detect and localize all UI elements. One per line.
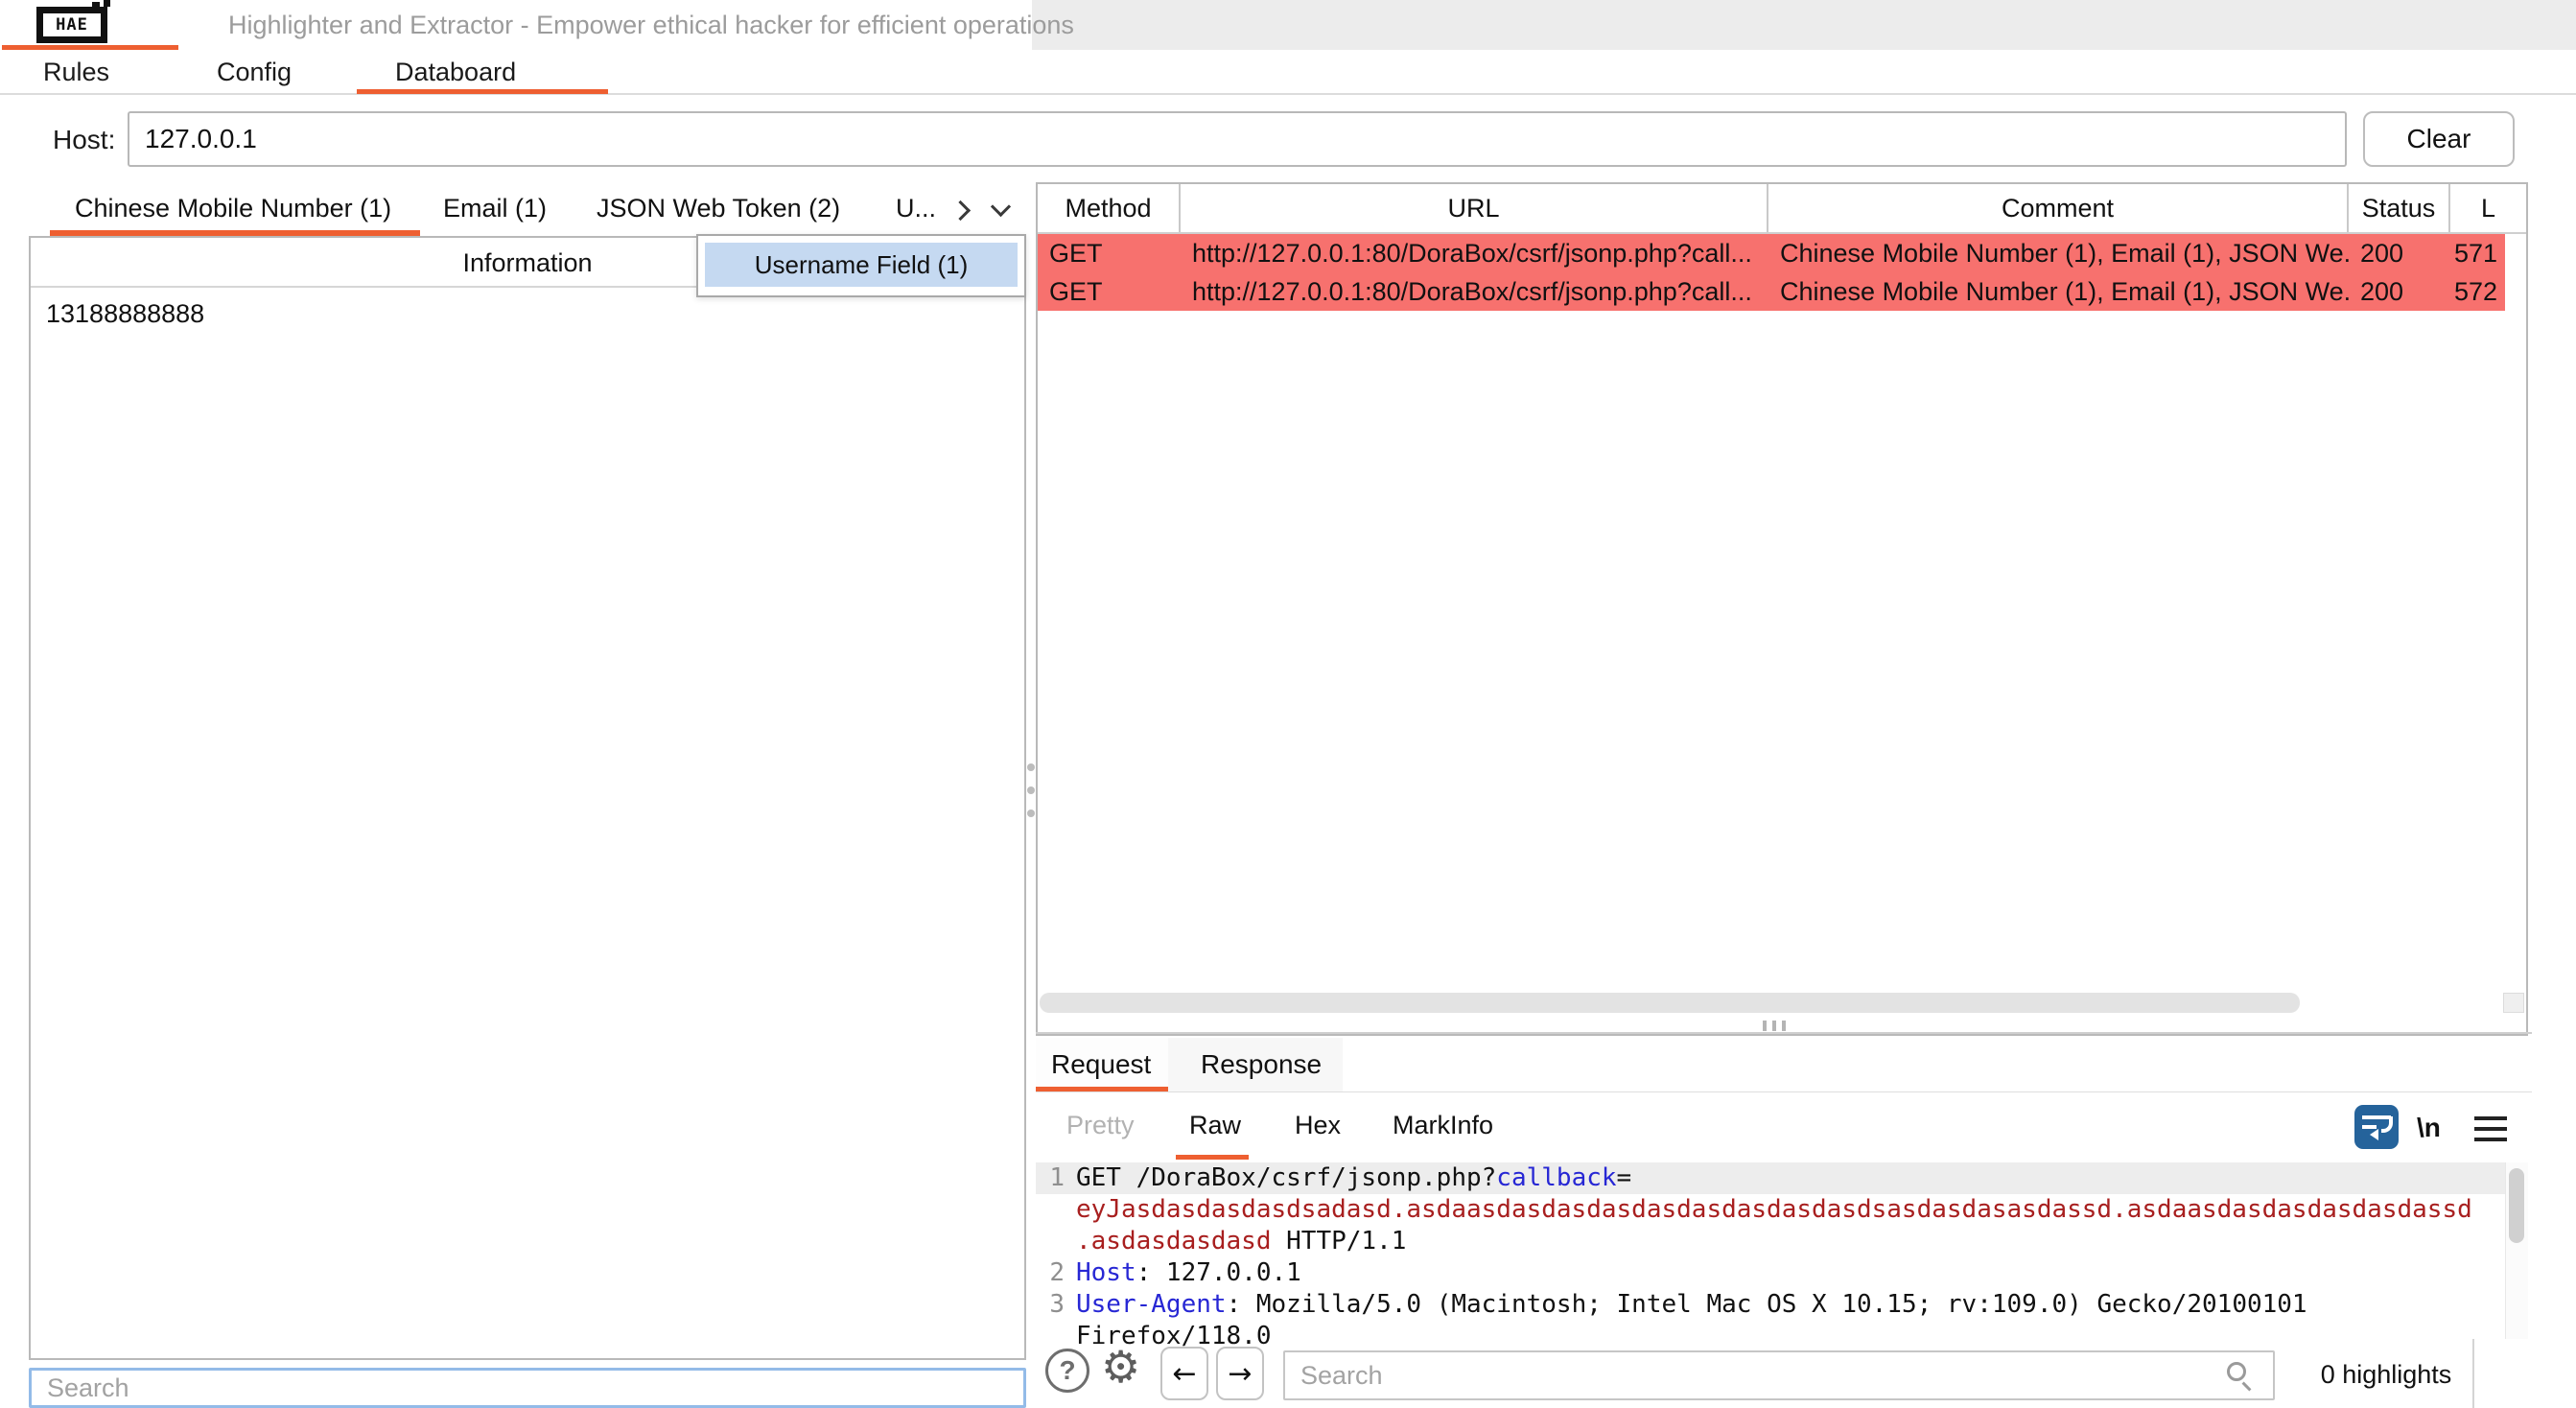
divider [1036,1091,2532,1092]
tab-config[interactable]: Config [217,58,292,87]
code-line: 3 User-Agent: Mozilla/5.0 (Macintosh; In… [1036,1289,2505,1321]
column-header-status[interactable]: Status [2349,184,2450,232]
table-row[interactable]: 13188888888 [46,299,204,329]
active-tab-indicator [1176,1155,1249,1160]
line-number: 2 [1036,1257,1065,1289]
horizontal-splitter-handle[interactable] [1782,1021,1786,1031]
tab-json-web-token[interactable]: JSON Web Token (2) [597,194,840,223]
vertical-scrollbar[interactable] [2509,1168,2524,1243]
tab-databoard[interactable]: Databoard [395,58,516,87]
line-number [1036,1321,1065,1352]
tab-request[interactable]: Request [1051,1049,1151,1080]
horizontal-splitter[interactable] [1036,1032,2532,1034]
host-input[interactable] [128,111,2347,167]
tab-pretty[interactable]: Pretty [1066,1111,1135,1140]
column-header-method[interactable]: Method [1038,184,1181,232]
code-text: Host: 127.0.0.1 [1065,1257,1301,1289]
code-line: .asdasdasdasd HTTP/1.1 [1036,1226,2505,1257]
column-header-comment[interactable]: Comment [1768,184,2349,232]
cell-method: GET [1038,277,1181,307]
request-editor[interactable]: 1 GET /DoraBox/csrf/jsonp.php?callback= … [1036,1162,2528,1339]
cell-url: http://127.0.0.1:80/DoraBox/csrf/jsonp.p… [1181,277,1768,307]
word-wrap-toggle-icon[interactable] [2354,1105,2399,1149]
line-number [1036,1226,1065,1257]
tab-chinese-mobile-number[interactable]: Chinese Mobile Number (1) [75,194,391,223]
column-header-url[interactable]: URL [1181,184,1768,232]
line-number [1036,1194,1065,1226]
tab-raw[interactable]: Raw [1189,1111,1241,1140]
tab-hex[interactable]: Hex [1295,1111,1341,1140]
tab-email[interactable]: Email (1) [443,194,547,223]
request-row[interactable]: GET http://127.0.0.1:80/DoraBox/csrf/jso… [1038,272,2505,311]
gear-icon[interactable]: ⚙ [1101,1341,1140,1394]
extracted-data-table: Information 13188888888 [29,236,1026,1360]
clear-button[interactable]: Clear [2363,111,2515,167]
horizontal-splitter-handle[interactable] [1763,1021,1767,1031]
cell-url: http://127.0.0.1:80/DoraBox/csrf/jsonp.p… [1181,239,1768,269]
cell-length: 571 [2450,239,2505,269]
request-row[interactable]: GET http://127.0.0.1:80/DoraBox/csrf/jso… [1038,234,2505,272]
dropdown-item-username-field[interactable]: Username Field (1) [705,243,1018,287]
hamburger-menu-icon[interactable] [2474,1116,2507,1148]
vertical-splitter-handle[interactable] [1027,810,1035,817]
host-label: Host: [53,125,115,155]
tab-username-field-truncated[interactable]: U... [896,194,936,223]
code-text: .asdasdasdasd HTTP/1.1 [1065,1226,1406,1257]
cell-comment: Chinese Mobile Number (1), Email (1), JS… [1768,239,2349,269]
extension-title: Highlighter and Extractor - Empower ethi… [228,0,1074,50]
code-text: eyJasdasdasdasdsadasd.asdaasdasdasdasdas… [1065,1194,2472,1226]
column-header-length[interactable]: L [2450,184,2526,232]
horizontal-splitter-handle[interactable] [1772,1021,1776,1031]
vertical-splitter-handle[interactable] [1027,763,1035,771]
cell-status: 200 [2349,239,2450,269]
requests-table-header: Method URL Comment Status L [1038,184,2526,234]
divider [2472,1339,2474,1408]
editor-search-input[interactable] [1283,1350,2275,1400]
scrollbar-corner [2503,993,2524,1013]
hae-logo-pixel-icon [92,2,100,10]
line-number: 3 [1036,1289,1065,1321]
hae-logo-pixel-icon [104,0,110,7]
hae-extension-tab[interactable]: HAE [36,7,107,43]
word-wrap-icon-arrowhead [2370,1129,2378,1140]
word-wrap-icon-arrow [2381,1116,2393,1133]
extension-nav-bar [0,50,2576,95]
code-text: GET /DoraBox/csrf/jsonp.php?callback= [1065,1162,1631,1194]
code-text: User-Agent: Mozilla/5.0 (Macintosh; Inte… [1065,1289,2307,1321]
left-search-input[interactable] [29,1368,1026,1408]
help-icon[interactable]: ? [1045,1349,1089,1393]
line-number: 1 [1036,1162,1065,1194]
tab-overflow-dropdown: Username Field (1) [696,234,1026,297]
cell-length: 572 [2450,277,2505,307]
forward-arrow-button[interactable]: → [1216,1347,1264,1400]
horizontal-scrollbar[interactable] [1040,993,2300,1013]
requests-table: Method URL Comment Status L GET http://1… [1036,182,2528,1036]
tab-markinfo[interactable]: MarkInfo [1393,1111,1493,1140]
cell-comment: Chinese Mobile Number (1), Email (1), JS… [1768,277,2349,307]
cell-status: 200 [2349,277,2450,307]
newline-toggle[interactable]: \n [2417,1113,2441,1143]
hae-logo-icon: HAE [56,15,88,35]
cell-method: GET [1038,239,1181,269]
back-arrow-button[interactable]: ← [1160,1347,1208,1400]
code-line: 1 GET /DoraBox/csrf/jsonp.php?callback= [1036,1162,2505,1194]
code-line: eyJasdasdasdasdsadasd.asdaasdasdasdasdas… [1036,1194,2505,1226]
tab-rules[interactable]: Rules [43,58,109,87]
code-line: 2 Host: 127.0.0.1 [1036,1257,2505,1289]
tab-response[interactable]: Response [1201,1049,1322,1080]
highlights-count: 0 highlights [2302,1341,2471,1408]
vertical-splitter-handle[interactable] [1027,786,1035,794]
active-tab-indicator [357,89,608,94]
tab-bar-empty-area [1032,0,2576,50]
search-icon [2227,1362,2246,1381]
